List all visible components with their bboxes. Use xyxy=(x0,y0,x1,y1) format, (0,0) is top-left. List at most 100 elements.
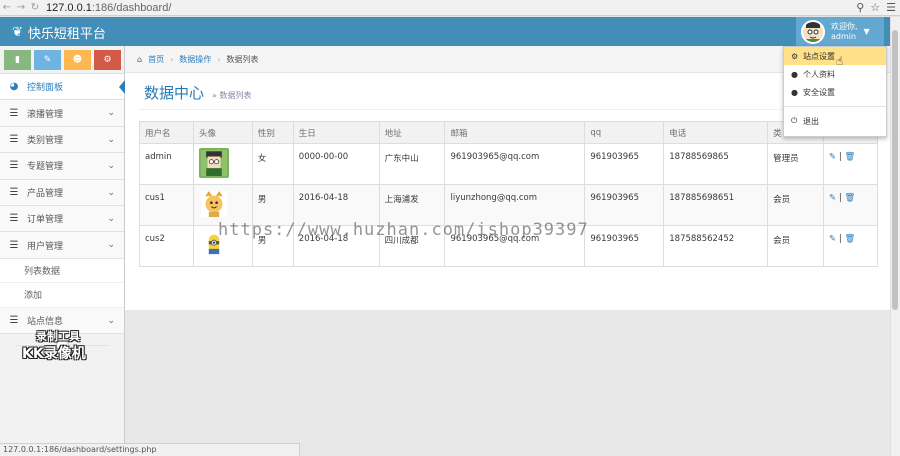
caret-down-icon: ▼ xyxy=(863,27,870,36)
top-navbar: ❦ 快乐短租平台 欢迎你, admin ▼ xyxy=(0,17,890,46)
main-content: ⌂ 首页 › 数据操作 › 数据列表 数据中心 » 数据列表 用户名 头像 性别… xyxy=(125,46,890,310)
trash-icon[interactable]: 🗑 xyxy=(844,234,855,244)
pencil-icon[interactable]: ✎ xyxy=(829,234,836,244)
col-qq[interactable]: qq xyxy=(584,121,665,144)
sidebar-item-label: 产品管理 xyxy=(27,188,64,199)
sidebar-item-order[interactable]: ☰ 订单管理 ⌄ xyxy=(0,205,124,233)
col-email[interactable]: 邮箱 xyxy=(444,121,586,144)
scrollbar-thumb[interactable] xyxy=(892,30,898,310)
table-header-row: 用户名 头像 性别 生日 地址 邮箱 qq 电话 类 xyxy=(139,121,878,144)
users-table: 用户名 头像 性别 生日 地址 邮箱 qq 电话 类 admin 女 0000-… xyxy=(139,121,878,267)
breadcrumb-data-ops[interactable]: 数据操作 xyxy=(179,54,211,65)
submenu-item-label: 添加 xyxy=(24,291,43,302)
chevron-right-icon: › xyxy=(217,54,221,64)
pencil-icon[interactable]: ✎ xyxy=(829,152,836,162)
trash-icon[interactable]: 🗑 xyxy=(844,152,855,162)
breadcrumb-current: 数据列表 xyxy=(226,54,259,64)
menu-item-logout[interactable]: ⏻ 退出 xyxy=(784,112,886,130)
chevron-right-icon: › xyxy=(170,54,174,64)
welcome-label: 欢迎你, xyxy=(831,21,858,31)
breadcrumb-home[interactable]: 首页 xyxy=(148,54,164,65)
cogs-shortcut-button[interactable]: ⚙ xyxy=(94,50,121,70)
menu-item-profile[interactable]: ● 个人资料 xyxy=(784,65,886,83)
group-shortcut-button[interactable]: ☻ xyxy=(64,50,91,70)
cell-qq: 961903965 xyxy=(584,143,665,185)
user-icon: ● xyxy=(791,69,798,79)
cell-username: cus2 xyxy=(139,225,194,267)
sidebar-item-label: 专题管理 xyxy=(27,162,64,173)
gear-icon: ⚙ xyxy=(791,51,799,61)
reload-icon[interactable]: ↻ xyxy=(28,1,42,15)
col-phone[interactable]: 电话 xyxy=(663,121,769,144)
list-icon: ☰ xyxy=(9,160,19,172)
avatar xyxy=(801,19,825,44)
status-bar: 127.0.0.1:186/dashboard/settings.php xyxy=(0,443,300,456)
sidebar-item-carousel[interactable]: ☰ 滚播管理 ⌄ xyxy=(0,100,124,127)
url-host: 127.0.0.1 xyxy=(46,1,92,14)
menu-divider xyxy=(784,106,886,107)
sidebar-item-users[interactable]: ☰ 用户管理 ⌄ xyxy=(0,232,124,259)
sidebar: ▮ ✎ ☻ ⚙ ◕ 控制面板 ☰ 滚播管理 ⌄ ☰ 类别管理 ⌄ ☰ 专题管理 … xyxy=(0,46,125,456)
username: admin xyxy=(831,31,857,41)
list-icon: ☰ xyxy=(9,186,19,198)
star-icon[interactable]: ☆ xyxy=(870,1,880,14)
chart-shortcut-button[interactable]: ▮ xyxy=(4,50,31,70)
user-lock-icon: ● xyxy=(791,87,798,97)
power-icon: ⏻ xyxy=(791,116,798,125)
leaf-icon: ❦ xyxy=(12,25,23,40)
brand[interactable]: ❦ 快乐短租平台 xyxy=(12,23,106,42)
pencil-icon[interactable]: ✎ xyxy=(829,193,836,203)
cell-address: 广东中山 xyxy=(378,143,446,185)
user-avatar-image xyxy=(199,189,229,219)
cell-username: cus1 xyxy=(139,184,194,226)
sidebar-item-product[interactable]: ☰ 产品管理 ⌄ xyxy=(0,179,124,206)
user-menu-toggle[interactable]: 欢迎你, admin ▼ xyxy=(796,17,884,46)
list-icon: ☰ xyxy=(9,133,19,145)
sidebar-item-label: 用户管理 xyxy=(27,241,64,252)
menu-icon[interactable]: ☰ xyxy=(886,1,896,14)
address-bar[interactable]: 127.0.0.1:186/dashboard/ xyxy=(46,2,171,14)
trash-icon[interactable]: 🗑 xyxy=(844,193,855,203)
list-icon: ☰ xyxy=(9,107,19,119)
pencil-shortcut-button[interactable]: ✎ xyxy=(34,50,61,70)
sidebar-item-topic[interactable]: ☰ 专题管理 ⌄ xyxy=(0,153,124,180)
sidebar-shortcuts: ▮ ✎ ☻ ⚙ xyxy=(0,46,124,74)
submenu-item-add[interactable]: 添加 xyxy=(0,283,124,308)
url-path: :186/dashboard/ xyxy=(91,1,172,14)
cell-avatar xyxy=(192,143,253,185)
chevron-down-icon: ⌄ xyxy=(107,187,115,198)
chevron-down-icon: ⌄ xyxy=(107,108,115,119)
back-icon[interactable]: ← xyxy=(0,1,14,15)
sidebar-item-dashboard[interactable]: ◕ 控制面板 xyxy=(0,74,125,101)
col-birthday[interactable]: 生日 xyxy=(292,121,380,144)
user-avatar-image xyxy=(198,148,229,178)
submenu-item-label: 列表数据 xyxy=(24,266,61,277)
cell-username: admin xyxy=(139,143,194,185)
sidebar-item-label: 类别管理 xyxy=(27,135,64,146)
pin-icon[interactable]: ⚲ xyxy=(856,1,864,14)
sidebar-item-label: 控制面板 xyxy=(27,83,64,94)
sidebar-item-label: 订单管理 xyxy=(27,215,64,226)
menu-item-site-settings[interactable]: ⚙ 站点设置 xyxy=(784,47,886,65)
forward-icon[interactable]: → xyxy=(14,1,28,15)
submenu-item-list[interactable]: 列表数据 xyxy=(0,258,124,284)
cell-phone: 18788569865 xyxy=(663,143,769,185)
menu-item-security[interactable]: ● 安全设置 xyxy=(784,83,886,101)
list-icon: ☰ xyxy=(9,239,19,251)
brand-title: 快乐短租平台 xyxy=(27,27,106,42)
cell-type: 会员 xyxy=(767,184,825,226)
sidebar-item-category[interactable]: ☰ 类别管理 ⌄ xyxy=(0,126,124,154)
cell-type: 会员 xyxy=(767,225,825,267)
welcome-text: 欢迎你, admin xyxy=(831,22,858,42)
col-address[interactable]: 地址 xyxy=(378,121,446,144)
col-gender[interactable]: 性别 xyxy=(251,121,294,144)
browser-actions: ⚲ ☆ ☰ xyxy=(856,1,896,14)
cell-gender: 女 xyxy=(251,143,294,185)
menu-item-label: 退出 xyxy=(803,116,819,126)
col-username[interactable]: 用户名 xyxy=(139,121,194,144)
col-avatar[interactable]: 头像 xyxy=(192,121,253,144)
user-dropdown-menu: ⚙ 站点设置 ● 个人资料 ● 安全设置 ⏻ 退出 xyxy=(783,46,887,137)
home-icon: ⌂ xyxy=(137,54,143,64)
cell-qq: 961903965 xyxy=(584,184,665,226)
recorder-watermark-line2: KK录像机 xyxy=(22,346,86,362)
